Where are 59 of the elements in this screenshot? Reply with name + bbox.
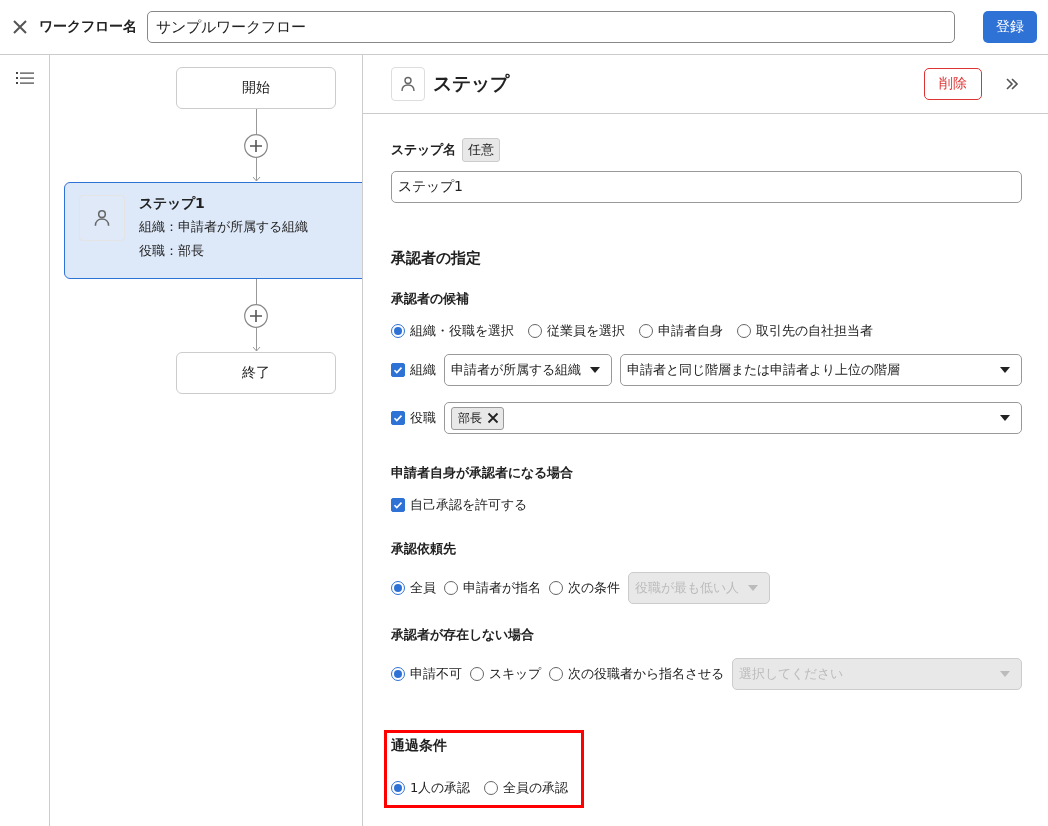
remove-icon[interactable]	[487, 412, 499, 424]
checkmark-icon	[392, 412, 404, 424]
checkbox-option[interactable]: 組織	[391, 361, 436, 379]
radio-option[interactable]: 申請者自身	[639, 322, 723, 340]
caret-icon	[999, 670, 1011, 678]
flow-node[interactable]: 開始	[176, 67, 336, 109]
checkbox-option[interactable]: 自己承認を許可する	[391, 496, 527, 514]
step-name-field[interactable]: ステップ1	[391, 171, 1022, 203]
checkbox[interactable]	[391, 363, 405, 377]
radio-option[interactable]: 全員	[391, 579, 436, 597]
person-icon	[398, 74, 418, 94]
checkbox[interactable]	[391, 498, 405, 512]
checkmark-icon	[392, 364, 404, 376]
checkmark-icon	[392, 499, 404, 511]
radio-option[interactable]: 申請不可	[391, 665, 462, 683]
step-detail: 組織：申請者が所属する組織	[139, 218, 308, 236]
connector-arrow	[251, 158, 261, 182]
group-label: 承認者の候補	[391, 290, 470, 308]
workflow-name-field[interactable]: サンプルワークフロー	[147, 11, 955, 43]
checkbox[interactable]	[391, 411, 405, 425]
section-title: 承認者の指定	[391, 249, 482, 268]
register-button[interactable]: 登録	[983, 11, 1037, 43]
radio-option[interactable]: 従業員を選択	[528, 322, 625, 340]
add-step-icon[interactable]	[244, 134, 268, 158]
flow-node[interactable]: 終了	[176, 352, 336, 394]
group-label: 通過条件	[391, 737, 448, 755]
delete-button[interactable]: 削除	[924, 68, 982, 100]
caret-icon	[589, 366, 601, 374]
step-card[interactable]: ステップ1 組織：申請者が所属する組織 役職：部長	[64, 182, 362, 279]
field-label: ワークフロー名	[39, 18, 137, 36]
radio-option[interactable]: 次の役職者から指名させる	[549, 665, 724, 683]
group-label: 申請者自身が承認者になる場合	[391, 464, 574, 482]
organization-dropdown[interactable]: 申請者が所属する組織	[444, 354, 612, 386]
caret-icon	[999, 366, 1011, 374]
radio-option[interactable]: 全員の承認	[484, 779, 569, 797]
radio-option[interactable]: 申請者が指名	[444, 579, 541, 597]
group-label: 承認依頼先	[391, 540, 457, 558]
radio-option[interactable]: 1人の承認	[391, 779, 471, 797]
radio-option[interactable]: 次の条件	[549, 579, 620, 597]
radio-option[interactable]: スキップ	[470, 665, 541, 683]
position-dropdown[interactable]: 部長	[444, 402, 1022, 434]
panel-title: ステップ	[433, 71, 511, 96]
hierarchy-dropdown[interactable]: 申請者と同じ階層または申請者より上位の階層	[620, 354, 1022, 386]
add-step-icon[interactable]	[244, 304, 268, 328]
step-detail: 役職：部長	[139, 242, 205, 260]
caret-icon	[999, 414, 1011, 422]
connector-arrow	[251, 328, 261, 352]
radio-option[interactable]: 組織・役職を選択	[391, 322, 514, 340]
close-icon[interactable]	[11, 18, 29, 36]
caret-icon	[747, 584, 759, 592]
checkbox-option[interactable]: 役職	[391, 409, 436, 427]
step-title: ステップ1	[139, 195, 206, 213]
group-label: 承認者が存在しない場合	[391, 626, 535, 644]
radio-option[interactable]: 取引先の自社担当者	[737, 322, 873, 340]
field-label: ステップ名	[391, 141, 456, 159]
optional-badge: 任意	[462, 138, 500, 162]
list-icon[interactable]	[15, 71, 34, 85]
double-chevron-icon[interactable]	[1004, 76, 1020, 92]
position-tag: 部長	[451, 406, 504, 430]
